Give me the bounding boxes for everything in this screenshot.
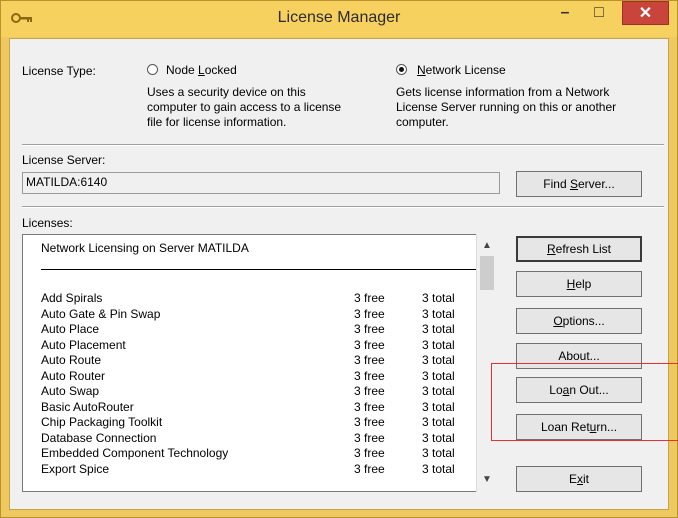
license-free-count: 3 free — [354, 291, 385, 305]
license-row[interactable]: Auto Place 3 free 3 total — [23, 322, 483, 336]
license-total-count: 3 total — [422, 461, 455, 476]
find-server-button[interactable]: Find Server... — [516, 171, 642, 197]
license-free-count: 3 free — [354, 399, 385, 414]
network-license-label[interactable]: Network License — [417, 63, 506, 77]
license-total-count: 3 total — [422, 384, 455, 398]
license-free-count: 3 free — [354, 368, 385, 383]
license-name: Add Spirals — [41, 291, 103, 305]
license-row[interactable]: Export Spice 3 free 3 total — [23, 462, 483, 476]
license-total-count: 3 total — [422, 399, 455, 414]
scroll-down-arrow-icon[interactable]: ▼ — [477, 474, 497, 485]
network-license-radio[interactable] — [396, 64, 407, 75]
license-total-count: 3 total — [422, 306, 455, 321]
license-name: Embedded Component Technology — [41, 446, 229, 460]
licenses-label: Licenses: — [22, 216, 73, 230]
license-free-count: 3 free — [354, 306, 385, 321]
close-button[interactable]: ✕ — [622, 1, 669, 25]
title-bar[interactable]: License Manager – □ ✕ — [1, 1, 677, 37]
license-name: Auto Gate & Pin Swap — [41, 306, 161, 321]
license-row[interactable]: Auto Router 3 free 3 total — [23, 369, 483, 383]
license-name: Export Spice — [41, 461, 110, 476]
license-row[interactable]: Auto Gate & Pin Swap 3 free 3 total — [23, 307, 483, 321]
license-total-count: 3 total — [422, 353, 455, 367]
license-name: Auto Router — [41, 368, 106, 383]
license-row[interactable]: Basic AutoRouter 3 free 3 total — [23, 400, 483, 414]
section-divider — [22, 206, 664, 208]
license-row[interactable]: Auto Route 3 free 3 total — [23, 353, 483, 367]
license-free-count: 3 free — [354, 461, 385, 476]
list-header-divider — [41, 269, 477, 270]
options-button[interactable]: Options... — [516, 308, 642, 334]
license-row[interactable]: Auto Placement 3 free 3 total — [23, 338, 483, 352]
license-name: Chip Packaging Toolkit — [41, 415, 163, 429]
license-row[interactable]: Auto Swap 3 free 3 total — [23, 384, 483, 398]
section-divider — [22, 144, 664, 146]
license-free-count: 3 free — [354, 384, 385, 398]
license-free-count: 3 free — [354, 430, 385, 445]
scrollbar-thumb[interactable] — [480, 256, 494, 290]
license-row[interactable]: Embedded Component Technology 3 free 3 tot… — [23, 446, 483, 460]
help-button[interactable]: Help — [516, 271, 642, 297]
network-license-description: Gets license information from a Network … — [396, 85, 617, 129]
node-locked-radio[interactable] — [147, 64, 158, 75]
license-free-count: 3 free — [354, 353, 385, 367]
refresh-list-button[interactable]: Refresh List — [516, 236, 642, 262]
license-free-count: 3 free — [354, 337, 385, 352]
license-row[interactable]: Add Spirals 3 free 3 total — [23, 291, 483, 305]
license-name: Auto Place — [41, 322, 100, 336]
scroll-up-arrow-icon[interactable]: ▲ — [477, 240, 497, 251]
license-type-label: License Type: — [22, 64, 96, 78]
maximize-button[interactable]: □ — [583, 1, 615, 25]
license-total-count: 3 total — [422, 446, 455, 460]
licenses-list[interactable]: Network Licensing on Server MATILDA Add … — [22, 234, 496, 492]
license-row[interactable]: Database Connection 3 free 3 total — [23, 431, 483, 445]
license-name: Auto Swap — [41, 384, 100, 398]
minimize-button[interactable]: – — [549, 1, 581, 25]
license-total-count: 3 total — [422, 430, 455, 445]
license-row[interactable]: Chip Packaging Toolkit 3 free 3 total — [23, 415, 483, 429]
highlight-annotation-box — [491, 363, 678, 441]
license-total-count: 3 total — [422, 322, 455, 336]
license-free-count: 3 free — [354, 415, 385, 429]
license-total-count: 3 total — [422, 291, 455, 305]
license-name: Basic AutoRouter — [41, 399, 134, 414]
license-name: Database Connection — [41, 430, 157, 445]
list-header: Network Licensing on Server MATILDA — [41, 241, 249, 255]
license-total-count: 3 total — [422, 415, 455, 429]
license-total-count: 3 total — [422, 368, 455, 383]
license-free-count: 3 free — [354, 446, 385, 460]
license-server-field[interactable]: MATILDA:6140 — [22, 172, 500, 194]
license-free-count: 3 free — [354, 322, 385, 336]
license-total-count: 3 total — [422, 337, 455, 352]
exit-button[interactable]: Exit — [516, 466, 642, 492]
license-name: Auto Placement — [41, 337, 126, 352]
license-server-label: License Server: — [22, 153, 106, 167]
license-name: Auto Route — [41, 353, 102, 367]
node-locked-description: Uses a security device on this computer … — [147, 85, 342, 129]
node-locked-label[interactable]: Node Locked — [166, 63, 237, 77]
